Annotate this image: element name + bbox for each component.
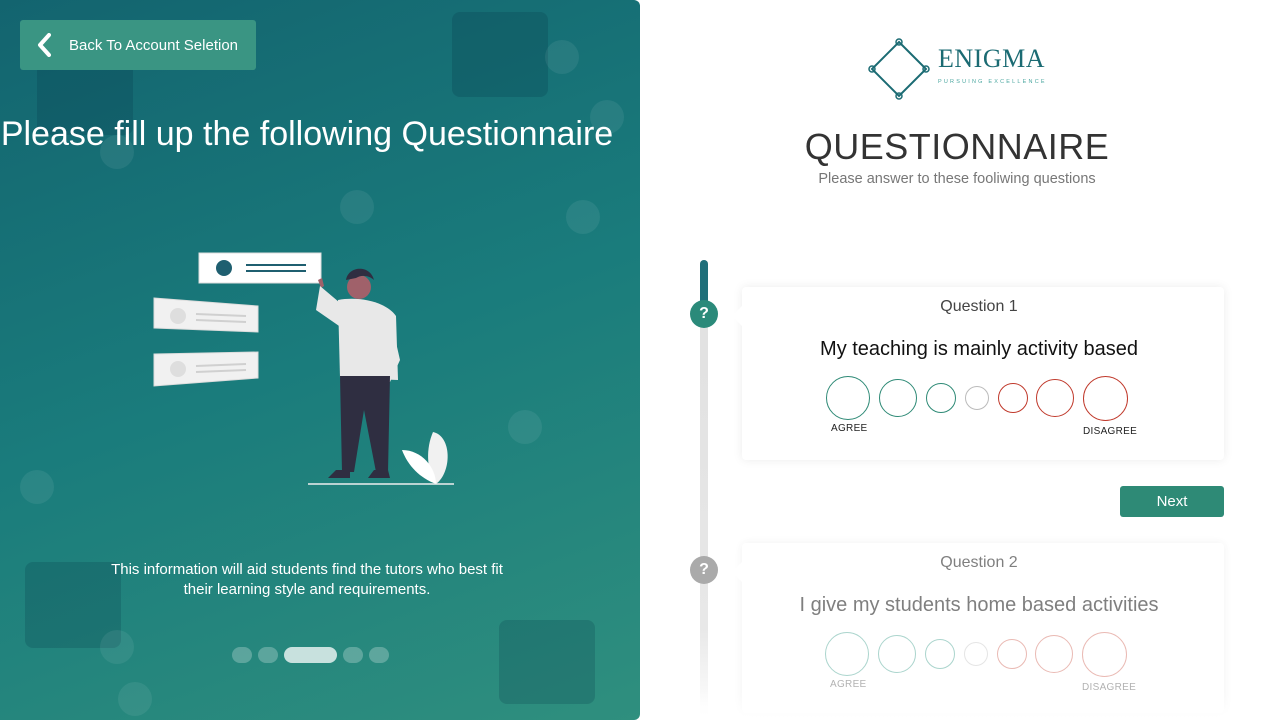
scale-option-1[interactable] — [826, 376, 870, 420]
decor-square — [452, 12, 548, 97]
scale-option-5[interactable] — [997, 639, 1027, 669]
carousel-dot[interactable] — [258, 647, 278, 663]
question-text: I give my students home based activities — [799, 594, 1159, 616]
agree-label: AGREE — [831, 423, 868, 434]
decor-square — [499, 620, 595, 704]
carousel-indicator — [232, 647, 389, 663]
agree-label: AGREE — [830, 679, 867, 690]
carousel-dot[interactable] — [369, 647, 389, 663]
question-text: My teaching is mainly activity based — [820, 338, 1138, 360]
question-card: Question 1 My teaching is mainly activit… — [732, 287, 1224, 460]
back-to-account-selection-button[interactable]: Back To Account Seletion — [20, 20, 256, 70]
scale-option-2[interactable] — [878, 635, 916, 673]
carousel-dot[interactable] — [232, 647, 252, 663]
scale-option-3[interactable] — [925, 639, 955, 669]
scale-option-7[interactable] — [1083, 376, 1128, 421]
brand-name: ENIGMA — [938, 44, 1045, 73]
decor-dot — [566, 200, 600, 234]
question-mark-icon: ? — [690, 300, 718, 328]
intro-caption: This information will aid students find … — [111, 561, 503, 598]
next-button[interactable]: Next — [1120, 486, 1224, 517]
scale-option-6[interactable] — [1035, 635, 1073, 673]
intro-heading: Please fill up the following Questionnai… — [0, 115, 614, 153]
scale-option-6[interactable] — [1036, 379, 1074, 417]
page-title: QUESTIONNAIRE — [804, 126, 1110, 167]
diamond-logo-icon — [868, 38, 930, 100]
intro-panel: Back To Account Seletion Please fill up … — [0, 0, 640, 720]
disagree-label: DISAGREE — [1083, 426, 1138, 437]
decor-dot — [118, 682, 152, 716]
enigma-logo: ENIGMA PURSUING EXCELLENCE — [868, 38, 1048, 100]
scale-option-3[interactable] — [926, 383, 956, 413]
decor-dot — [100, 630, 134, 664]
decor-dot — [508, 410, 542, 444]
question-number: Question 1 — [940, 298, 1018, 315]
questionnaire-panel: ENIGMA PURSUING EXCELLENCE QUESTIONNAIRE… — [640, 0, 1280, 720]
scale-option-7[interactable] — [1082, 632, 1127, 677]
disagree-label: DISAGREE — [1082, 682, 1137, 693]
scale-option-5[interactable] — [998, 383, 1028, 413]
carousel-dot[interactable] — [343, 647, 363, 663]
page-subtitle: Please answer to these fooliwing questio… — [818, 171, 1096, 187]
scale-option-1[interactable] — [825, 632, 869, 676]
scale-option-4[interactable] — [965, 386, 989, 410]
carousel-dot-active[interactable] — [284, 647, 337, 663]
back-button-label: Back To Account Seletion — [69, 36, 238, 54]
decor-dot — [20, 470, 54, 504]
progress-track — [700, 260, 708, 720]
decor-dot — [340, 190, 374, 224]
question-card: Question 2 I give my students home based… — [732, 543, 1224, 713]
question-number: Question 2 — [940, 554, 1018, 571]
brand-tagline: PURSUING EXCELLENCE — [938, 79, 1047, 85]
person-presenting-illustration — [153, 252, 454, 485]
scale-option-2[interactable] — [879, 379, 917, 417]
chevron-left-icon — [20, 33, 68, 57]
decor-dot — [545, 40, 579, 74]
scale-option-4[interactable] — [964, 642, 988, 666]
question-mark-icon: ? — [690, 556, 718, 584]
